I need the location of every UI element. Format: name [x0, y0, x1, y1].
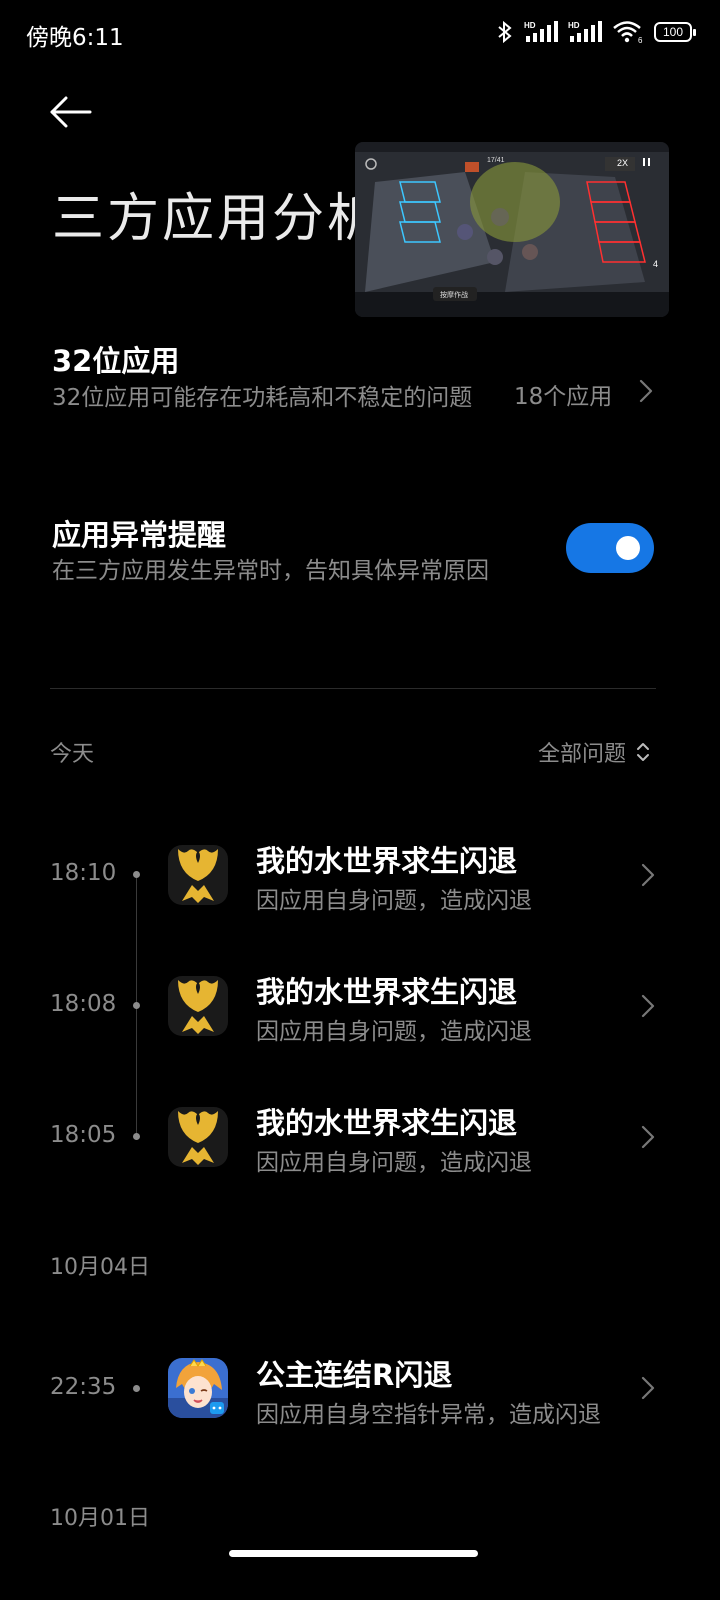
event-description: 因应用自身空指针异常，造成闪退: [256, 1402, 601, 1428]
water-world-app-icon: [168, 845, 228, 905]
bluetooth-icon: [498, 21, 512, 43]
event-title: 我的水世界求生闪退: [256, 1106, 518, 1140]
chevron-right-icon: [639, 379, 653, 403]
event-title: 我的水世界求生闪退: [256, 975, 518, 1009]
arrow-left-icon: [50, 96, 92, 128]
event-title: 公主连结R闪退: [256, 1358, 453, 1392]
signal-hd-icon: HD: [568, 21, 602, 42]
chevron-right-icon: [641, 1376, 655, 1400]
section-label-today: 今天: [50, 742, 95, 767]
home-indicator[interactable]: [229, 1550, 478, 1557]
sort-updown-icon: [637, 743, 649, 761]
timeline-dot: [133, 871, 140, 878]
wifi-icon: 6: [613, 21, 643, 44]
issue-filter-dropdown[interactable]: 全部问题: [538, 736, 650, 768]
pip-wave-text: 17/41: [487, 157, 505, 164]
svg-text:HD: HD: [568, 21, 580, 30]
status-icons: HD HD 6 100: [496, 20, 696, 44]
pip-life-text: 4: [653, 259, 658, 269]
anomaly-alert-toggle[interactable]: [566, 523, 654, 573]
anomaly-alert-title: 应用异常提醒: [52, 518, 227, 552]
page-title: 三方应用分析: [52, 189, 383, 249]
event-description: 因应用自身问题，造成闪退: [256, 1019, 532, 1045]
app-analysis-page: 傍晚6:11 HD HD 6 100 三方应用分析 按摩作战 17/41 2X …: [0, 0, 720, 1600]
pip-hint-text: 按摩作战: [440, 290, 468, 299]
event-time: 18:08: [50, 991, 117, 1017]
water-world-app-icon: [168, 1107, 228, 1167]
apps-32bit-description: 32位应用可能存在功耗高和不稳定的问题: [52, 385, 473, 411]
timeline-line: [136, 878, 137, 1140]
battery-icon: 100: [654, 22, 696, 42]
section-label-date: 10月01日: [50, 1506, 150, 1531]
game-scene-thumbnail: 按摩作战 17/41 2X 4: [355, 142, 669, 317]
apps-32bit-count: 18个应用: [514, 384, 613, 410]
svg-text:6: 6: [638, 36, 643, 44]
event-description: 因应用自身问题，造成闪退: [256, 1150, 532, 1176]
pip-speed-text: 2X: [617, 158, 628, 168]
chevron-right-icon: [641, 863, 655, 887]
timeline-dot: [133, 1133, 140, 1140]
issue-filter-label: 全部问题: [537, 742, 626, 767]
divider: [50, 688, 656, 689]
event-description: 因应用自身问题，造成闪退: [256, 888, 532, 914]
status-bar: 傍晚6:11 HD HD 6 100: [0, 0, 720, 66]
toggle-knob: [616, 536, 640, 560]
event-time: 22:35: [50, 1374, 117, 1400]
apps-32bit-title: 32位应用: [52, 344, 180, 378]
anomaly-alert-description: 在三方应用发生异常时，告知具体异常原因: [52, 558, 489, 584]
floating-game-window[interactable]: 按摩作战 17/41 2X 4: [355, 142, 669, 317]
timeline-dot: [133, 1002, 140, 1009]
back-button[interactable]: [46, 90, 96, 134]
svg-text:HD: HD: [524, 21, 536, 30]
event-time: 18:05: [50, 1122, 117, 1148]
section-label-date: 10月04日: [50, 1255, 150, 1280]
princess-connect-app-icon: [168, 1358, 228, 1418]
timeline-dot: [133, 1385, 140, 1392]
chevron-right-icon: [641, 994, 655, 1018]
signal-hd-icon: HD: [524, 21, 558, 42]
chevron-right-icon: [641, 1125, 655, 1149]
event-title: 我的水世界求生闪退: [256, 844, 518, 878]
event-time: 18:10: [50, 860, 117, 886]
water-world-app-icon: [168, 976, 228, 1036]
status-time: 傍晚6:11: [26, 25, 124, 51]
